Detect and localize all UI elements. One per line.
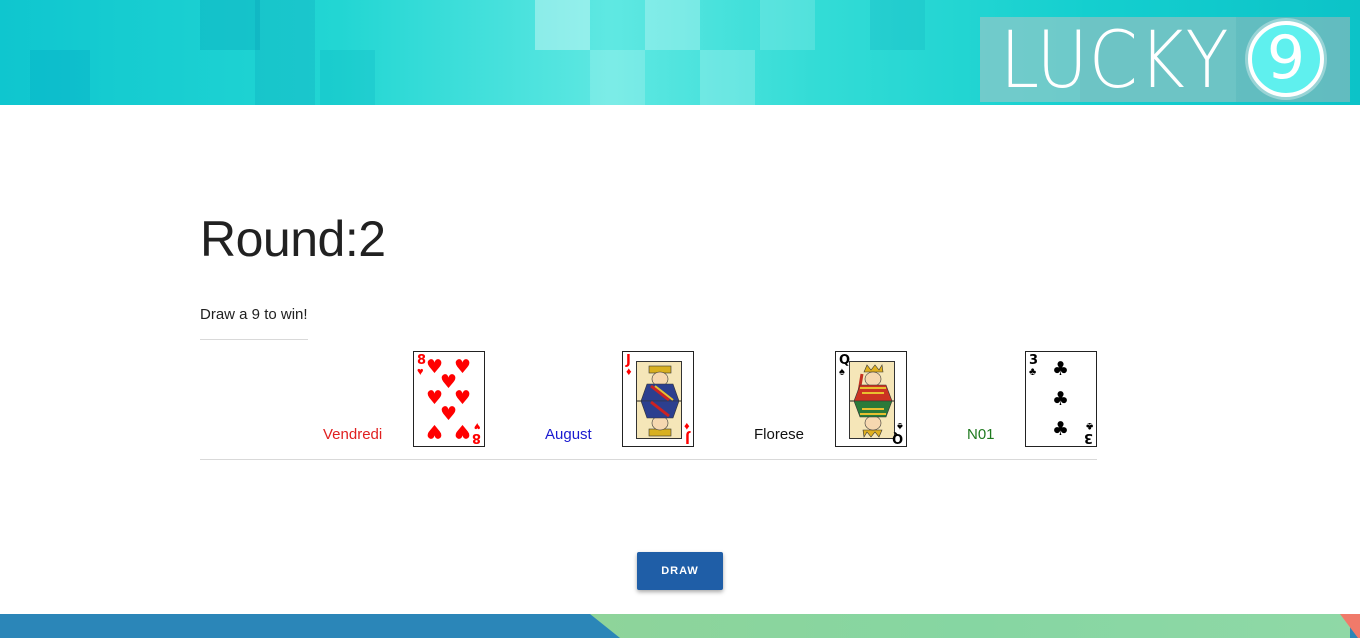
- card-rank: 8: [471, 430, 481, 445]
- spade-icon: ♠: [839, 366, 845, 378]
- banner-tile: [320, 50, 375, 105]
- playing-card: Q ♠ ♠ Q: [835, 351, 907, 447]
- club-icon: ♣: [1052, 418, 1070, 440]
- banner-tile: [535, 0, 590, 50]
- player-name: Florese: [754, 426, 805, 443]
- divider: [200, 339, 308, 340]
- card-rank: J: [685, 430, 690, 445]
- logo-text: LUCKY: [1000, 16, 1230, 105]
- heart-icon: ♥: [417, 366, 424, 378]
- diamond-icon: ♦: [626, 366, 632, 378]
- logo: LUCKY 9: [980, 17, 1350, 102]
- club-icon: ♣: [1052, 358, 1070, 380]
- banner-tile: [760, 0, 815, 50]
- header-banner: LUCKY 9: [0, 0, 1360, 105]
- logo-nine-badge: 9: [1248, 21, 1324, 97]
- club-icon: ♣: [1029, 366, 1037, 378]
- banner-tile: [30, 50, 90, 105]
- banner-tile: [645, 0, 700, 50]
- draw-button[interactable]: DRAW: [637, 552, 723, 590]
- playing-card: 8 ♥ ♥ ♥ ♥ ♥ ♥ ♥ ♥ ♥ ♥ 8: [413, 351, 485, 447]
- banner-tile: [870, 0, 925, 50]
- banner-tile: [590, 50, 645, 105]
- playing-card: 3 ♣ ♣ ♣ ♣ ♣ 3: [1025, 351, 1097, 447]
- heart-icon: ♥: [426, 420, 444, 442]
- queen-face-icon: [849, 361, 895, 439]
- card-rank: Q: [891, 430, 903, 445]
- club-icon: ♣: [1052, 388, 1070, 410]
- banner-tile: [255, 0, 315, 105]
- player-name: Vendredi: [323, 426, 383, 443]
- player-name: August: [545, 426, 592, 443]
- round-title: Round:2: [200, 211, 386, 267]
- footer-banner: [0, 614, 1360, 638]
- banner-tile: [700, 50, 755, 105]
- banner-tile: [200, 0, 260, 50]
- jack-face-icon: [636, 361, 682, 439]
- player-name: N01: [967, 426, 995, 443]
- playing-card: J ♦ ♦ J: [622, 351, 694, 447]
- instructions-text: Draw a 9 to win!: [200, 306, 308, 323]
- heart-icon: ♥: [454, 420, 472, 442]
- divider: [200, 459, 1097, 460]
- card-rank: 3: [1083, 430, 1093, 445]
- footer-stripe: [590, 614, 1350, 638]
